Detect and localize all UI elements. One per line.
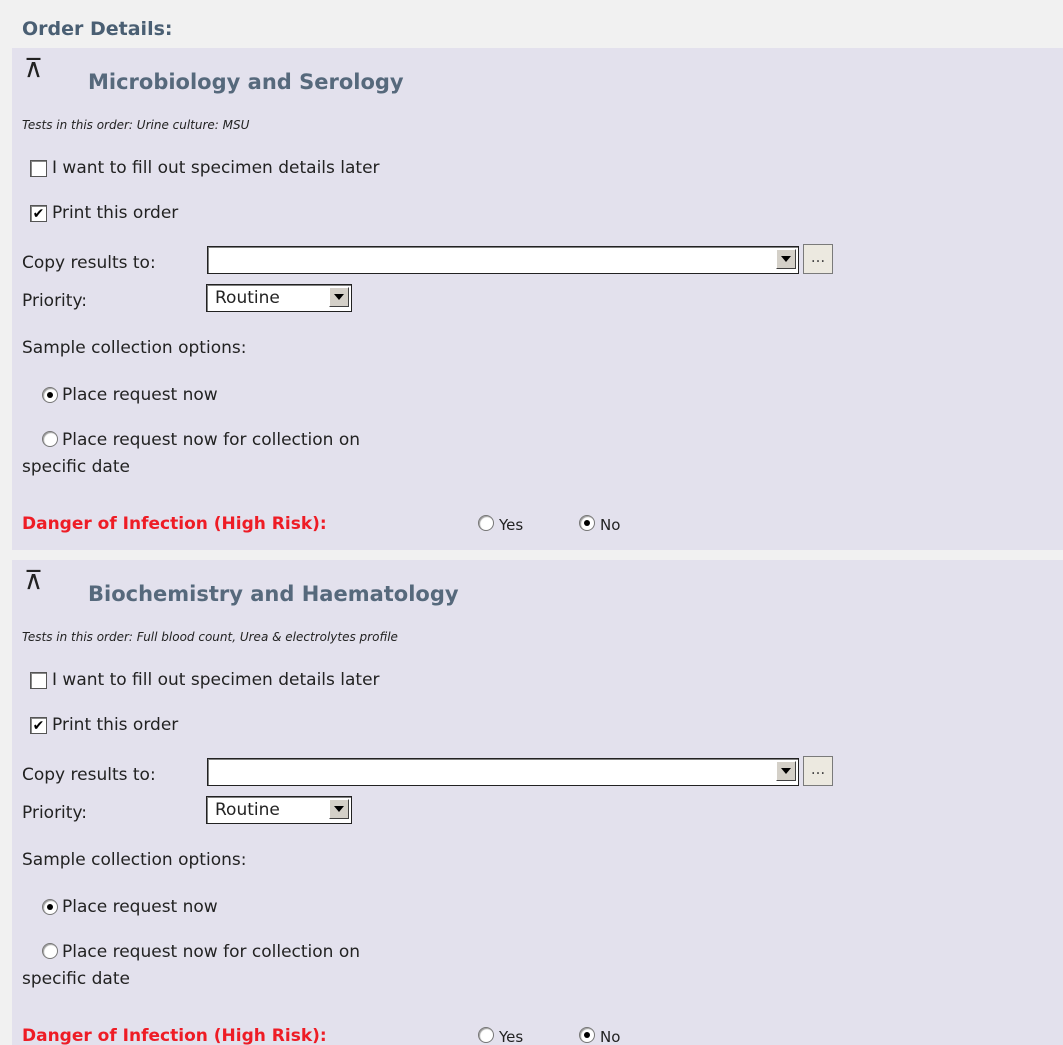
chevron-down-icon[interactable] (776, 249, 796, 269)
danger-yes-label: Yes (499, 516, 524, 534)
order-section-biochemistry: ⊼ Biochemistry and Haematology Tests in … (12, 560, 1063, 1045)
priority-label: Priority: (22, 803, 87, 823)
priority-select[interactable]: Routine (206, 796, 352, 824)
radio-place-request-now[interactable] (42, 387, 58, 403)
fill-later-label: I want to fill out specimen details late… (52, 158, 380, 178)
radio-place-request-specific-date[interactable] (42, 431, 58, 447)
danger-no-label: No (600, 1028, 621, 1045)
print-order-checkbox[interactable]: ✔ (30, 205, 47, 222)
priority-label: Priority: (22, 291, 87, 311)
collapse-arrow-icon[interactable]: ⊼ (24, 56, 43, 82)
page-title: Order Details: (22, 18, 173, 40)
danger-yes-radio[interactable] (478, 1027, 494, 1043)
danger-yes-radio[interactable] (478, 515, 494, 531)
order-section-microbiology: ⊼ Microbiology and Serology Tests in thi… (12, 48, 1063, 550)
option-specific-line2: specific date (22, 457, 130, 477)
option-place-request-now: Place request now (62, 897, 218, 917)
radio-place-request-specific-date[interactable] (42, 943, 58, 959)
danger-of-infection-label: Danger of Infection (High Risk): (22, 514, 327, 534)
section-divider (12, 550, 1063, 560)
chevron-down-icon[interactable] (776, 761, 796, 781)
danger-no-label: No (600, 516, 621, 534)
copy-results-label: Copy results to: (22, 253, 156, 273)
danger-of-infection-label: Danger of Infection (High Risk): (22, 1026, 327, 1045)
priority-select[interactable]: Routine (206, 284, 352, 312)
option-specific-line2: specific date (22, 969, 130, 989)
priority-value: Routine (215, 288, 280, 308)
copy-results-select[interactable] (207, 246, 799, 274)
order-details-page: Order Details: ⊼ Microbiology and Serolo… (0, 0, 1063, 1045)
order-details-header: Order Details: (0, 0, 1063, 48)
danger-yes-label: Yes (499, 1028, 524, 1045)
sample-collection-label: Sample collection options: (22, 338, 247, 358)
browse-recipients-button[interactable]: ... (803, 244, 833, 274)
chevron-down-icon[interactable] (329, 287, 349, 307)
browse-recipients-button[interactable]: ... (803, 756, 833, 786)
section-title: Biochemistry and Haematology (88, 582, 459, 606)
print-order-checkbox[interactable]: ✔ (30, 717, 47, 734)
collapse-arrow-icon[interactable]: ⊼ (24, 568, 43, 594)
chevron-down-icon[interactable] (329, 799, 349, 819)
fill-later-checkbox[interactable] (30, 160, 47, 177)
tests-in-order: Tests in this order: Urine culture: MSU (22, 118, 250, 132)
sample-collection-label: Sample collection options: (22, 850, 247, 870)
priority-value: Routine (215, 800, 280, 820)
option-specific-line1: Place request now for collection on (62, 430, 361, 450)
print-order-label: Print this order (52, 715, 179, 735)
fill-later-checkbox[interactable] (30, 672, 47, 689)
danger-no-radio[interactable] (579, 515, 595, 531)
tests-in-order: Tests in this order: Full blood count, U… (22, 630, 398, 644)
copy-results-label: Copy results to: (22, 765, 156, 785)
print-order-label: Print this order (52, 203, 179, 223)
radio-place-request-now[interactable] (42, 899, 58, 915)
option-place-request-now: Place request now (62, 385, 218, 405)
section-title: Microbiology and Serology (88, 70, 404, 94)
copy-results-select[interactable] (207, 758, 799, 786)
option-specific-line1: Place request now for collection on (62, 942, 361, 962)
fill-later-label: I want to fill out specimen details late… (52, 670, 380, 690)
danger-no-radio[interactable] (579, 1027, 595, 1043)
